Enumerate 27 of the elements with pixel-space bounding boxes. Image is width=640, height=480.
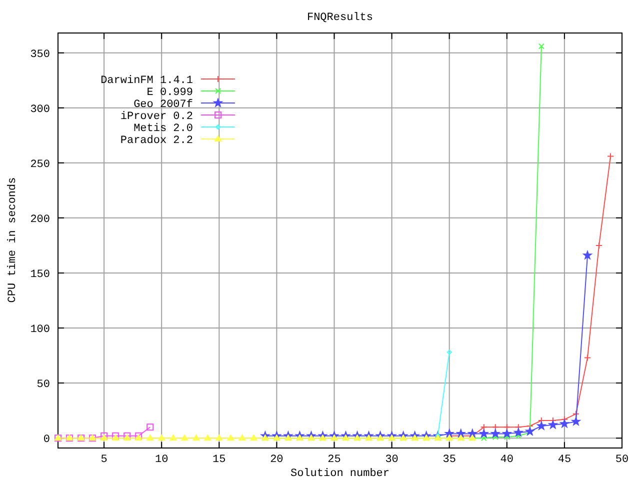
axis-title: CPU time in seconds — [7, 177, 19, 303]
axis-tick-label: 50 — [615, 454, 629, 466]
axis-tick-label: 200 — [30, 214, 50, 226]
legend-label: DarwinFM 1.4.1 — [100, 75, 193, 87]
axis-tick-label: 30 — [385, 454, 398, 466]
axis-tick-label: 45 — [558, 454, 572, 466]
legend-label: E 0.999 — [146, 87, 193, 99]
legend-label: Paradox 2.2 — [120, 135, 193, 147]
axis-tick-label: 20 — [270, 454, 284, 466]
legend-label: Geo 2007f — [134, 99, 193, 111]
axis-tick-label: 40 — [500, 454, 514, 466]
axis-tick-label: 50 — [36, 379, 50, 392]
axis-tick-label: 0 — [43, 434, 50, 446]
axis-tick-label: 250 — [30, 158, 50, 171]
axis-tick-label: 10 — [155, 454, 168, 466]
axis-title: Solution number — [290, 468, 390, 480]
axis-tick-label: 100 — [30, 324, 50, 336]
axis-tick-label: 350 — [30, 48, 50, 61]
axis-tick-label: 150 — [30, 268, 50, 281]
axis-tick-label: 35 — [442, 454, 456, 466]
legend-label: Metis 2.0 — [134, 123, 193, 135]
axis-tick-label: 300 — [30, 104, 50, 116]
axis-tick-label: 25 — [328, 454, 341, 466]
legend-label: iProver 0.2 — [120, 111, 193, 123]
axis-tick-label: 5 — [100, 454, 108, 466]
axis-tick-label: 15 — [212, 454, 226, 466]
chart-title: FNQResults — [307, 12, 373, 24]
